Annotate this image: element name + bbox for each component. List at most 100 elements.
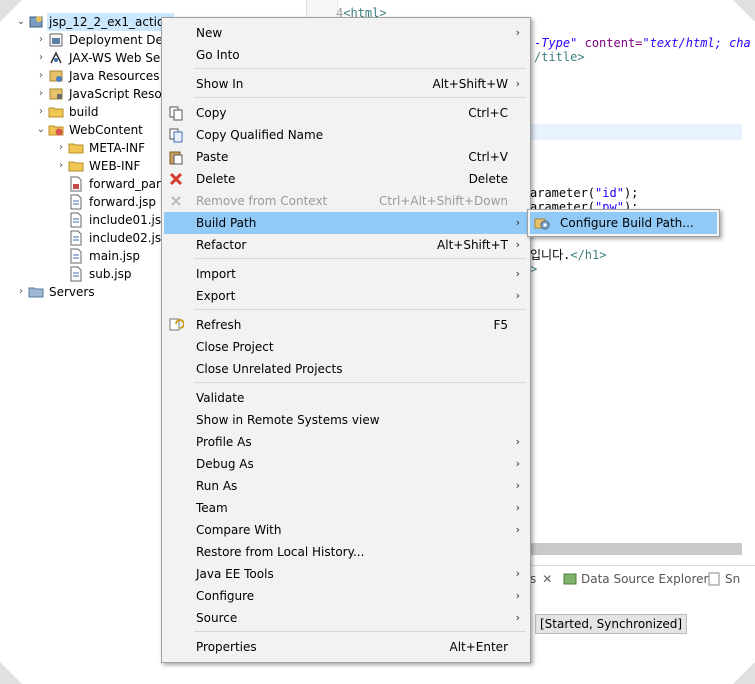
tree-item[interactable]: › Java Resources — [34, 67, 161, 85]
tree-project[interactable]: ⌄ jsp_12_2_ex1_action — [14, 13, 174, 31]
tree-label: Java Resources — [69, 69, 160, 83]
menu-item-run-as[interactable]: Run As › — [164, 475, 528, 497]
tree-item[interactable]: include01.jsp — [68, 211, 171, 229]
tab-label: Sn — [725, 572, 741, 586]
menu-item-delete[interactable]: Delete Delete — [164, 168, 528, 190]
tree-servers[interactable]: › Servers — [14, 283, 97, 301]
tree-label: JAX-WS Web Se — [69, 51, 161, 65]
menu-item-configure-build-path[interactable]: Configure Build Path... — [530, 212, 717, 234]
menu-label: Remove from Context — [196, 194, 328, 208]
code-line-3: /title> — [534, 50, 585, 64]
menu-separator — [194, 309, 526, 310]
menu-separator — [194, 631, 526, 632]
menu-accelerator: Ctrl+V — [468, 150, 508, 164]
tree-item[interactable]: main.jsp — [68, 247, 142, 265]
submenu-arrow-icon: › — [515, 26, 520, 39]
tree-item[interactable]: › JAX-WS Web Se — [34, 49, 162, 67]
menu-item-debug-as[interactable]: Debug As › — [164, 453, 528, 475]
close-icon[interactable]: ✕ — [542, 566, 552, 592]
code-token: arameter( — [530, 186, 596, 200]
tree-item[interactable]: sub.jsp — [68, 265, 134, 283]
jsp-file-icon — [68, 194, 84, 210]
chevron-right-icon[interactable]: › — [34, 31, 48, 49]
menu-item-show-in[interactable]: Show In Alt+Shift+W › — [164, 73, 528, 95]
menu-item-team[interactable]: Team › — [164, 497, 528, 519]
jsp-file-icon — [68, 212, 84, 228]
jsp-file-icon — [68, 248, 84, 264]
code-line-2: -Type" content="text/html; cha — [534, 36, 751, 50]
menu-item-properties[interactable]: Properties Alt+Enter — [164, 636, 528, 658]
code-line-4: arameter("id"); — [530, 186, 638, 200]
menu-separator — [194, 68, 526, 69]
menu-item-configure[interactable]: Configure › — [164, 585, 528, 607]
menu-item-refresh[interactable]: Refresh F5 — [164, 314, 528, 336]
menu-item-copy-qualified-name[interactable]: Copy Qualified Name — [164, 124, 528, 146]
deployment-descriptor-icon — [48, 32, 64, 48]
menu-item-new[interactable]: New › — [164, 22, 528, 44]
menu-label: Validate — [196, 391, 245, 405]
menu-label: Configure — [196, 589, 255, 603]
tree-item[interactable]: › build — [34, 103, 101, 121]
javascript-resources-icon — [48, 86, 64, 102]
menu-item-profile-as[interactable]: Profile As › — [164, 431, 528, 453]
menu-item-export[interactable]: Export › — [164, 285, 528, 307]
tree-item[interactable]: › META-INF — [54, 139, 147, 157]
menu-item-go-into[interactable]: Go Into — [164, 44, 528, 66]
configure-build-path-icon — [534, 215, 550, 231]
menu-label: Build Path — [196, 216, 257, 230]
submenu-arrow-icon: › — [515, 501, 520, 514]
menu-item-import[interactable]: Import › — [164, 263, 528, 285]
chevron-right-icon[interactable]: › — [54, 157, 68, 175]
menu-label: Go Into — [196, 48, 240, 62]
jsp-file-icon — [68, 266, 84, 282]
tree-label: include02.jsp — [89, 231, 169, 245]
menu-item-close-project[interactable]: Close Project — [164, 336, 528, 358]
code-token: content= — [584, 36, 643, 50]
menu-item-source[interactable]: Source › — [164, 607, 528, 629]
chevron-down-icon[interactable]: ⌄ — [34, 121, 48, 139]
java-resources-icon — [48, 68, 64, 84]
tree-item[interactable]: ⌄ WebContent — [34, 121, 145, 139]
menu-accelerator: Alt+Enter — [449, 640, 508, 654]
chevron-right-icon[interactable]: › — [34, 67, 48, 85]
menu-item-compare-with[interactable]: Compare With › — [164, 519, 528, 541]
tree-item[interactable]: › Deployment Des — [34, 31, 171, 49]
chevron-right-icon[interactable]: › — [54, 139, 68, 157]
tree-item[interactable]: forward_para — [68, 175, 170, 193]
menu-item-remove-from-context: Remove from Context Ctrl+Alt+Shift+Down — [164, 190, 528, 212]
menu-accelerator: F5 — [493, 318, 508, 332]
menu-label: Compare With — [196, 523, 282, 537]
menu-item-validate[interactable]: Validate — [164, 387, 528, 409]
menu-item-close-unrelated-projects[interactable]: Close Unrelated Projects — [164, 358, 528, 380]
chevron-right-icon[interactable]: › — [34, 49, 48, 67]
submenu-arrow-icon: › — [515, 435, 520, 448]
menu-label: Copy Qualified Name — [196, 128, 324, 142]
tab-data-source-explorer[interactable]: Data Source Explorer — [562, 566, 708, 592]
submenu-arrow-icon: › — [515, 238, 520, 251]
code-token: ); — [623, 186, 639, 200]
menu-item-refactor[interactable]: Refactor Alt+Shift+T › — [164, 234, 528, 256]
tree-item[interactable]: › WEB-INF — [54, 157, 142, 175]
menu-label: Close Project — [196, 340, 274, 354]
menu-label: Profile As — [196, 435, 252, 449]
menu-label: Properties — [196, 640, 257, 654]
menu-separator — [194, 258, 526, 259]
tree-item[interactable]: include02.jsp — [68, 229, 171, 247]
tree-item[interactable]: forward.jsp — [68, 193, 158, 211]
menu-item-restore-local-history[interactable]: Restore from Local History... — [164, 541, 528, 563]
menu-item-copy[interactable]: Copy Ctrl+C — [164, 102, 528, 124]
tree-label: Servers — [49, 285, 95, 299]
menu-item-build-path[interactable]: Build Path › — [164, 212, 528, 234]
menu-item-java-ee-tools[interactable]: Java EE Tools › — [164, 563, 528, 585]
tree-item[interactable]: › JavaScript Resou — [34, 85, 171, 103]
tab-servers[interactable]: s ✕ — [530, 566, 552, 592]
menu-item-show-in-remote-systems[interactable]: Show in Remote Systems view — [164, 409, 528, 431]
chevron-right-icon[interactable]: › — [34, 103, 48, 121]
menu-label: Close Unrelated Projects — [196, 362, 343, 376]
menu-label: Debug As — [196, 457, 254, 471]
menu-item-paste[interactable]: Paste Ctrl+V — [164, 146, 528, 168]
code-token: 입니다. — [530, 248, 571, 262]
chevron-right-icon[interactable]: › — [14, 283, 28, 301]
chevron-right-icon[interactable]: › — [34, 85, 48, 103]
tab-snippets[interactable]: Sn — [706, 566, 740, 592]
